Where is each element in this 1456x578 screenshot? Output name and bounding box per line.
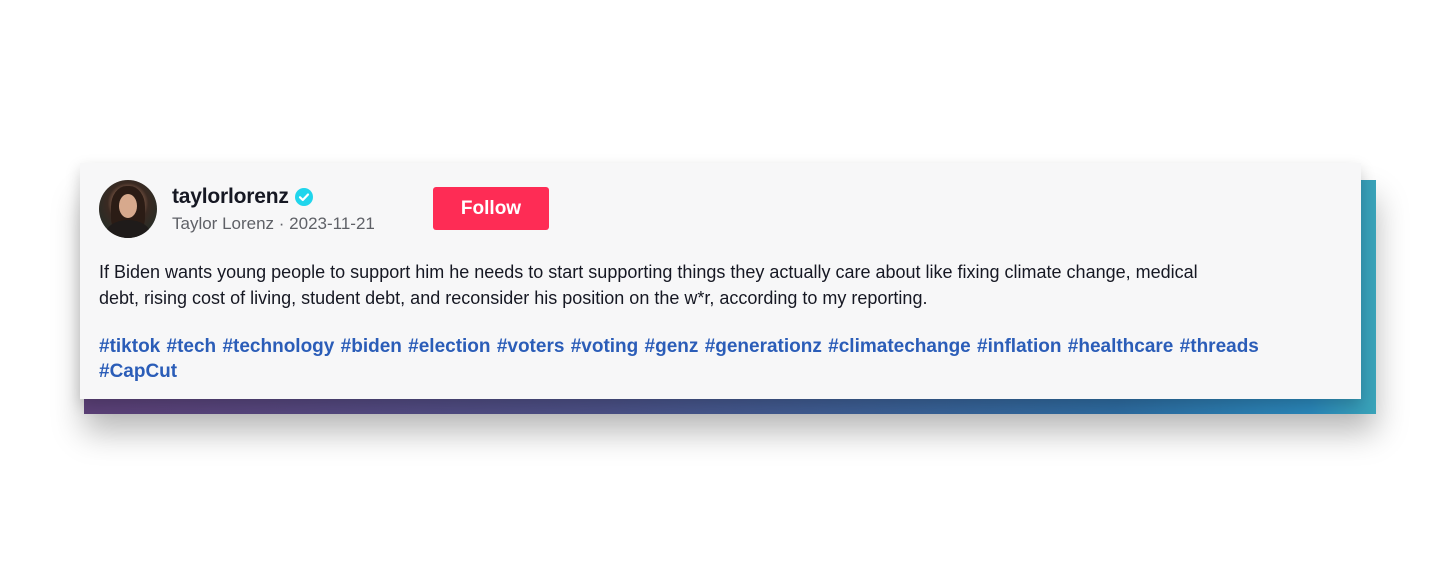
follow-button[interactable]: Follow — [433, 187, 549, 230]
hashtag-link[interactable]: #inflation — [977, 336, 1061, 357]
hashtag-link[interactable]: #CapCut — [99, 361, 177, 382]
hashtag-link[interactable]: #climatechange — [828, 336, 971, 357]
avatar-face — [119, 194, 137, 218]
embed-stage: taylorlorenz Taylor Lorenz · 2023-11-21 … — [0, 0, 1456, 578]
hashtag-link[interactable]: #tiktok — [99, 336, 160, 357]
hashtag-link[interactable]: #election — [408, 336, 490, 357]
author-meta: Taylor Lorenz · 2023-11-21 — [172, 214, 375, 234]
caption-line: debt, rising cost of living, student deb… — [99, 288, 928, 308]
avatar[interactable] — [99, 180, 157, 238]
hashtag-link[interactable]: #tech — [167, 336, 217, 357]
hashtag-link[interactable]: #technology — [222, 336, 334, 357]
hashtag-link[interactable]: #healthcare — [1068, 336, 1174, 357]
meta-separator: · — [274, 214, 290, 233]
hashtag-link[interactable]: #threads — [1180, 336, 1259, 357]
verified-check-icon — [294, 188, 313, 206]
caption-line: If Biden wants young people to support h… — [99, 262, 1198, 282]
hashtag-link[interactable]: #voting — [571, 336, 639, 357]
hashtag-link[interactable]: #generationz — [705, 336, 822, 357]
username[interactable]: taylorlorenz — [172, 185, 289, 209]
author-header: taylorlorenz — [172, 185, 313, 209]
post-date: 2023-11-21 — [289, 214, 375, 233]
post-caption: If Biden wants young people to support h… — [99, 259, 1344, 311]
hashtag-link[interactable]: #voters — [497, 336, 565, 357]
hashtag-list: #tiktok #tech #technology #biden #electi… — [99, 334, 1339, 384]
hashtag-link[interactable]: #biden — [341, 336, 402, 357]
hashtag-link[interactable]: #genz — [645, 336, 699, 357]
post-card: taylorlorenz Taylor Lorenz · 2023-11-21 … — [80, 163, 1361, 399]
display-name: Taylor Lorenz — [172, 214, 275, 233]
